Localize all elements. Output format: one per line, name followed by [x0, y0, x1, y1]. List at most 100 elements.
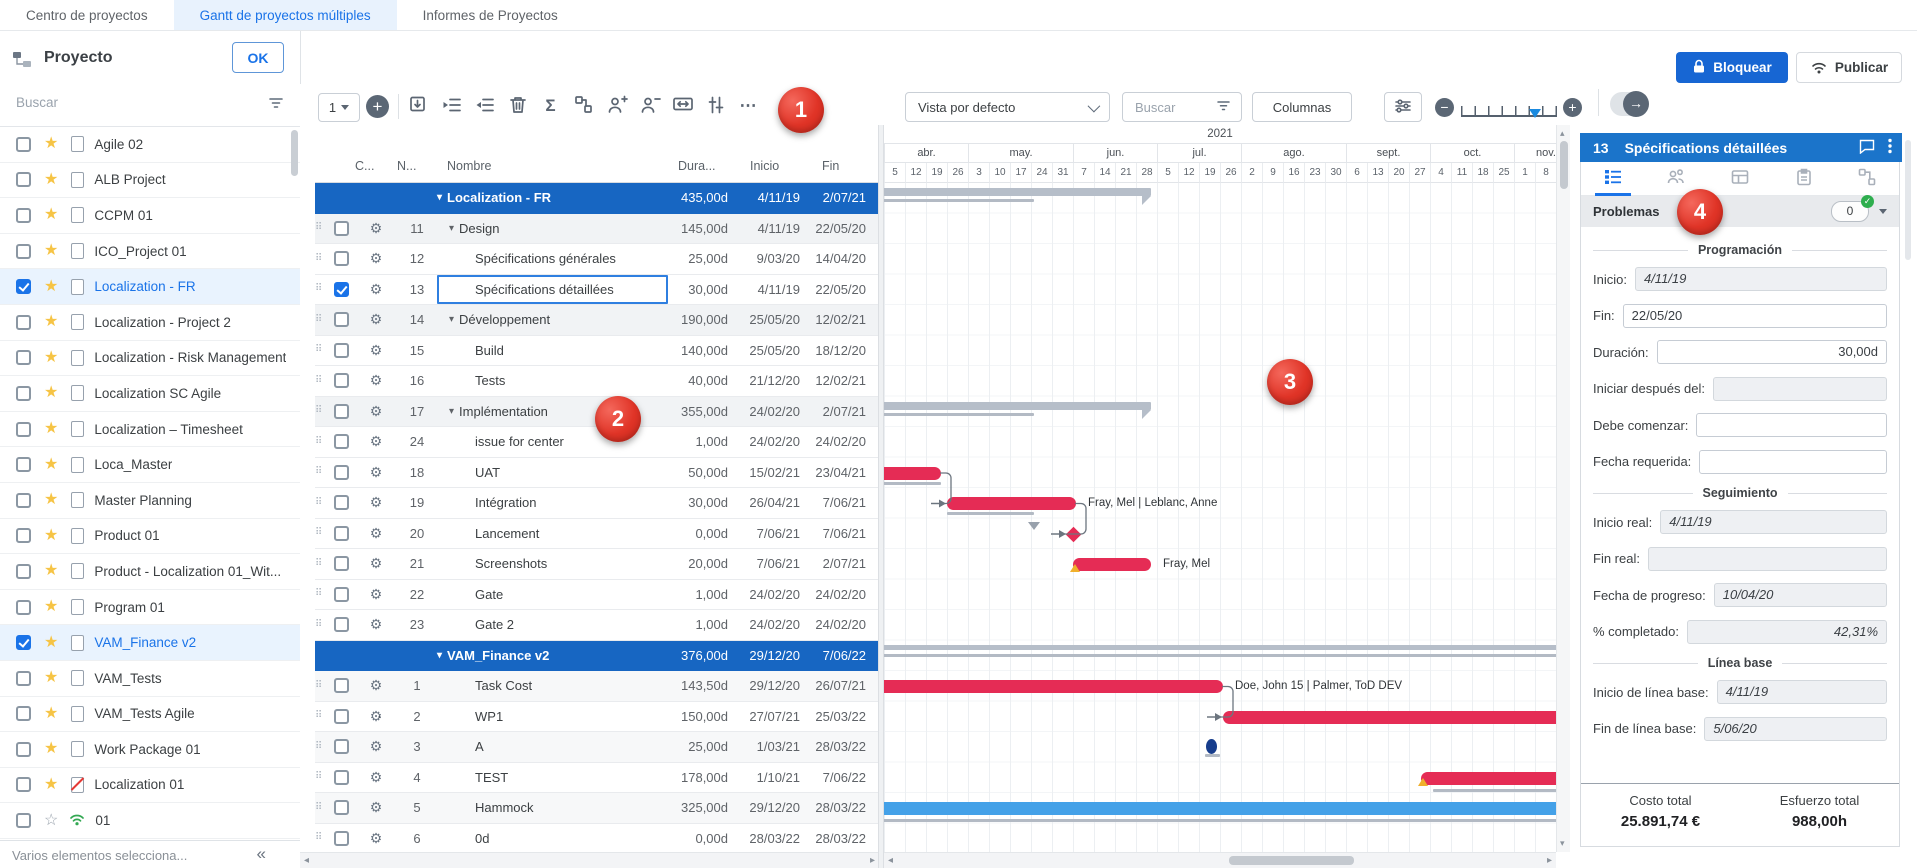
- task-settings-gear-icon[interactable]: ⚙: [355, 555, 397, 572]
- table-row[interactable]: ⠿⚙2WP1150,00d27/07/2125/03/22: [315, 702, 878, 733]
- task-name-cell[interactable]: ▾Développement: [437, 305, 668, 335]
- field-input-completado[interactable]: 42,31%: [1687, 620, 1887, 644]
- task-name-cell[interactable]: ▾VAM_Finance v2: [315, 641, 668, 671]
- add-task-button[interactable]: +: [366, 95, 389, 118]
- column-header-dura[interactable]: Dura...: [668, 159, 740, 182]
- task-settings-gear-icon[interactable]: ⚙: [355, 586, 397, 603]
- task-name-cell[interactable]: Gate: [437, 580, 668, 610]
- comment-icon[interactable]: [1859, 139, 1876, 157]
- scroll-right-icon[interactable]: ▸: [1547, 855, 1552, 866]
- task-settings-gear-icon[interactable]: ⚙: [355, 616, 397, 633]
- list-item[interactable]: ★Localization - Risk Management: [0, 341, 300, 377]
- list-item[interactable]: ★CCPM 01: [0, 198, 300, 234]
- zoom-out-button[interactable]: −: [1435, 98, 1454, 117]
- star-icon[interactable]: ★: [44, 350, 58, 366]
- task-name-cell[interactable]: TEST: [437, 763, 668, 793]
- chevron-down-icon[interactable]: [1879, 209, 1887, 214]
- task-name-cell[interactable]: Intégration: [437, 488, 668, 518]
- collapse-caret-icon[interactable]: ▾: [449, 314, 454, 325]
- task-name-cell[interactable]: Spécifications détaillées: [437, 275, 668, 305]
- field-input-inicio[interactable]: 4/11/19: [1635, 267, 1887, 291]
- star-icon[interactable]: ★: [44, 706, 58, 722]
- gantt-vertical-scrollbar[interactable]: ▴ ▾: [1556, 125, 1570, 852]
- ok-button[interactable]: OK: [232, 42, 284, 73]
- row-checkbox[interactable]: [334, 465, 349, 480]
- filter-icon[interactable]: [268, 96, 284, 113]
- more-options-button[interactable]: ⋯: [736, 92, 761, 120]
- task-settings-gear-icon[interactable]: ⚙: [355, 830, 397, 847]
- item-checkbox[interactable]: [16, 528, 31, 543]
- list-item[interactable]: ★Loca_Master: [0, 447, 300, 483]
- panel-tab-notes[interactable]: [1788, 162, 1820, 196]
- gantt-bar-vam-finance-v2[interactable]: [884, 645, 1556, 650]
- item-checkbox[interactable]: [16, 635, 31, 650]
- field-input-duraci-n[interactable]: 30,00d: [1657, 340, 1887, 364]
- gantt-bar-screenshots[interactable]: [1073, 558, 1151, 571]
- row-checkbox[interactable]: [334, 709, 349, 724]
- table-row[interactable]: ⠿⚙3A25,00d1/03/2128/03/22: [315, 732, 878, 763]
- item-checkbox[interactable]: [16, 208, 31, 223]
- scroll-left-icon[interactable]: ◂: [888, 855, 893, 866]
- panel-scrollbar[interactable]: [1905, 140, 1911, 260]
- list-item[interactable]: ★Product - Localization 01_Wit...: [0, 554, 300, 590]
- item-checkbox[interactable]: [16, 457, 31, 472]
- list-item[interactable]: ★VAM_Finance v2: [0, 625, 300, 661]
- list-item[interactable]: ☆01: [0, 803, 300, 839]
- gantt-bar-localization-fr[interactable]: [884, 188, 1151, 196]
- tab-informes-de-proyectos[interactable]: Informes de Proyectos: [397, 0, 584, 30]
- row-checkbox[interactable]: [334, 343, 349, 358]
- task-name-cell[interactable]: Build: [437, 336, 668, 366]
- list-item[interactable]: ★Work Package 01: [0, 732, 300, 768]
- row-checkbox[interactable]: [334, 831, 349, 846]
- star-icon[interactable]: ★: [44, 457, 58, 473]
- star-icon[interactable]: ★: [44, 314, 58, 330]
- task-name-cell[interactable]: 0d: [437, 824, 668, 853]
- list-item[interactable]: ★Localization SC Agile: [0, 376, 300, 412]
- gantt-bar-wp1[interactable]: [1223, 711, 1556, 724]
- gantt-bar-hammock[interactable]: [884, 802, 1556, 815]
- drag-handle-icon[interactable]: ⠿: [315, 711, 327, 721]
- drag-handle-icon[interactable]: ⠿: [315, 620, 327, 630]
- drag-handle-icon[interactable]: ⠿: [315, 467, 327, 477]
- star-icon[interactable]: ★: [44, 243, 58, 259]
- drag-handle-icon[interactable]: ⠿: [315, 528, 327, 538]
- item-checkbox[interactable]: [16, 350, 31, 365]
- table-row[interactable]: ⠿⚙4TEST178,00d1/10/217/06/22: [315, 763, 878, 794]
- list-item[interactable]: ★Program 01: [0, 590, 300, 626]
- table-row[interactable]: ⠿⚙16Tests40,00d21/12/2012/02/21: [315, 366, 878, 397]
- outdent-button[interactable]: [472, 92, 497, 120]
- star-icon[interactable]: ★: [44, 670, 58, 686]
- table-row[interactable]: ⠿⚙15Build140,00d25/05/2018/12/20: [315, 336, 878, 367]
- star-icon[interactable]: ★: [44, 563, 58, 579]
- publish-button[interactable]: Publicar: [1796, 52, 1902, 83]
- project-summary-row[interactable]: ▾VAM_Finance v2376,00d29/12/207/06/22: [315, 641, 878, 672]
- row-checkbox[interactable]: [334, 282, 349, 297]
- task-name-cell[interactable]: Screenshots: [437, 549, 668, 579]
- drag-handle-icon[interactable]: ⠿: [315, 833, 327, 843]
- list-item[interactable]: ★VAM_Tests: [0, 661, 300, 697]
- table-row[interactable]: ⠿⚙14▾Développement190,00d25/05/2012/02/2…: [315, 305, 878, 336]
- task-settings-gear-icon[interactable]: ⚙: [355, 677, 397, 694]
- star-icon[interactable]: ☆: [44, 813, 58, 829]
- gantt-bar-uat[interactable]: [884, 467, 941, 480]
- item-checkbox[interactable]: [16, 742, 31, 757]
- star-icon[interactable]: ★: [44, 421, 58, 437]
- drag-handle-icon[interactable]: ⠿: [315, 681, 327, 691]
- sidebar-search-input[interactable]: [14, 94, 248, 111]
- filter-icon[interactable]: [1216, 99, 1231, 115]
- task-name-cell[interactable]: Hammock: [437, 793, 668, 823]
- table-row[interactable]: ⠿⚙13Spécifications détaillées30,00d4/11/…: [315, 275, 878, 306]
- row-checkbox[interactable]: [334, 373, 349, 388]
- table-row[interactable]: ⠿⚙23Gate 21,00d24/02/2024/02/20: [315, 610, 878, 641]
- collapse-caret-icon[interactable]: ▾: [449, 406, 454, 417]
- collapse-caret-icon[interactable]: ▾: [449, 223, 454, 234]
- table-horizontal-scrollbar[interactable]: ◂ ▸: [300, 852, 883, 868]
- scroll-right-icon[interactable]: ▸: [870, 855, 875, 866]
- item-checkbox[interactable]: [16, 706, 31, 721]
- task-name-cell[interactable]: Lancement: [437, 519, 668, 549]
- drag-handle-icon[interactable]: ⠿: [315, 803, 327, 813]
- drag-handle-icon[interactable]: ⠿: [315, 223, 327, 233]
- panel-tab-dependencies[interactable]: [1851, 162, 1883, 196]
- tab-gantt-de-proyectos-m-ltiples[interactable]: Gantt de proyectos múltiples: [174, 0, 397, 30]
- problems-bar[interactable]: Problemas 0 ✓: [1581, 196, 1899, 227]
